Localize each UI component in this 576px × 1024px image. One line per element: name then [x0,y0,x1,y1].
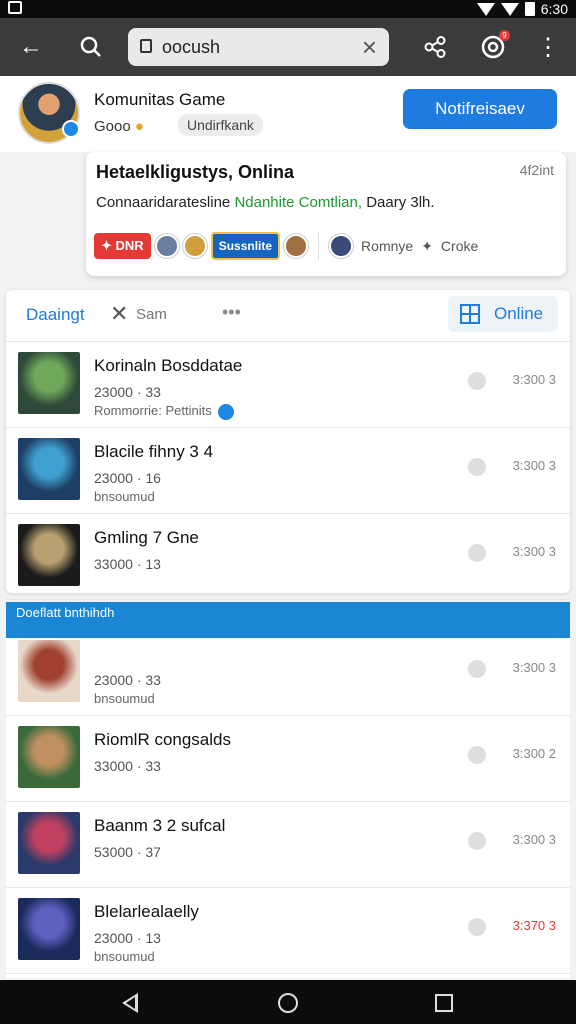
like-count: 3:300 3 [512,832,556,847]
signal-icon [500,2,519,16]
search-field[interactable]: oocush × [128,28,389,66]
red-chip[interactable]: ✦ DNR [94,233,151,259]
community-subtitle: Gooo ● [94,118,144,135]
wifi-icon [476,2,495,16]
user-avatar[interactable] [329,234,354,258]
toolbar: ← oocush × 9 ⋮ [0,18,576,76]
game-stats: 33000 · 33 [94,758,161,774]
like-icon[interactable] [468,544,486,562]
tab-sam[interactable]: Sam [136,306,167,323]
more-horizontal-icon[interactable]: ••• [222,302,241,323]
close-icon[interactable]: ✕ [110,301,128,327]
games-list-2: 23000 · 33 bnsoumud 3:300 3 RiomlR congsald… [6,638,570,1024]
clear-icon[interactable]: × [362,32,377,63]
gallery-notification-icon [8,1,22,14]
user-name[interactable]: Croke [441,238,478,254]
games-panel: Daaingt ✕ Sam ••• Online Korinaln Bosdda… [6,290,570,600]
back-arrow-icon[interactable]: ← [16,32,46,62]
nav-home-icon[interactable] [278,993,298,1013]
game-name: Gmling 7 Gne [94,528,199,547]
verified-icon [62,120,80,138]
community-avatar[interactable] [18,82,80,144]
tab-online[interactable]: Online [448,296,558,332]
game-row[interactable]: Baanm 3 2 sufcal 53000 · 37 3:300 3 [6,802,570,888]
lock-icon [140,39,152,53]
sparkle-icon: ✦ [421,237,433,254]
community-tag[interactable]: Undirfkank [178,114,263,136]
game-stats: 23000 · 16 [94,470,161,486]
target-notification-icon[interactable]: 9 [478,30,510,62]
game-stats: 23000 · 33 [94,672,161,688]
like-count: 3:300 3 [512,372,556,387]
game-thumbnail [18,640,80,702]
game-row[interactable]: Blacile fihny 3 4 23000 · 16 bnsoumud 3:300… [6,428,570,514]
game-name: Baanm 3 2 sufcal [94,816,226,835]
game-thumbnail [18,524,80,586]
notification-badge: 9 [499,30,510,41]
game-thumbnail [18,812,80,874]
emoji-icon: ● [134,118,144,135]
search-icon[interactable] [76,32,106,62]
search-input[interactable]: oocush [162,37,220,58]
like-icon[interactable] [468,746,486,764]
game-row[interactable]: Blelarlealaelly 23000 · 13 bnsoumud 3:370 3 [6,888,570,974]
game-row[interactable]: Gmling 7 Gne 33000 · 13 3:300 3 [6,514,570,600]
post-chips: ✦ DNR Sussnlite Romnye ✦ Croke [94,232,478,260]
nav-recents-icon[interactable] [435,994,453,1012]
game-stats: 33000 · 13 [94,556,161,572]
post-title: Hetaelkligustys, Onlina [96,162,295,182]
tab-bar: Daaingt ✕ Sam ••• Online [6,290,570,342]
like-count: 3:300 2 [512,746,556,761]
post-description: Connaaridaratesline Ndanhite Comtlian, D… [96,194,435,211]
game-row[interactable]: RiomlR congsalds 33000 · 33 3:300 2 [6,716,570,802]
user-name[interactable]: Romnye [361,238,413,254]
share-icon[interactable] [420,32,450,62]
game-name: Korinaln Bosddatae [94,356,243,375]
verified-icon [217,403,234,420]
game-meta: bnsoumud [94,489,155,504]
more-vertical-icon[interactable]: ⋮ [533,32,563,62]
like-icon[interactable] [468,832,486,850]
post-highlight[interactable]: Ndanhite Comtlian, [234,194,362,211]
like-count: 3:370 3 [512,918,556,933]
game-stats: 23000 · 33 [94,384,161,400]
game-thumbnail [18,726,80,788]
game-stats: 23000 · 13 [94,930,161,946]
status-bar: 6:30 [0,0,576,18]
game-row[interactable]: 23000 · 33 bnsoumud 3:300 3 [6,630,570,716]
game-name: Blacile fihny 3 4 [94,442,214,461]
battery-icon [524,2,535,16]
game-meta: Rommorrie: Pettinits [94,403,234,420]
user-avatar[interactable] [154,234,179,258]
tab-dating[interactable]: Daaingt [26,305,85,325]
post-card[interactable]: Hetaelkligustys, Onlina 4f2int Connaarid… [86,152,566,276]
user-avatar[interactable] [182,234,207,258]
like-count: 3:300 3 [512,660,556,675]
nav-back-icon[interactable] [122,993,138,1013]
game-thumbnail [18,352,80,414]
game-meta: bnsoumud [94,691,155,706]
blue-chip[interactable]: Sussnlite [210,232,281,260]
system-nav-bar [0,980,576,1024]
game-meta: bnsoumud [94,949,155,964]
clock: 6:30 [540,1,568,17]
like-count: 3:300 3 [512,458,556,473]
like-icon[interactable] [468,918,486,936]
divider [318,232,320,260]
community-name: Komunitas Game [94,90,226,109]
game-stats: 53000 · 37 [94,844,161,860]
game-thumbnail [18,898,80,960]
like-icon[interactable] [468,660,486,678]
game-name: RiomlR congsalds [94,730,231,749]
notify-button[interactable]: Notifreisaev [403,89,557,129]
like-count: 3:300 3 [512,544,556,559]
like-icon[interactable] [468,372,486,390]
user-avatar[interactable] [284,234,309,258]
game-name: Blelarlealaelly [94,902,199,921]
game-row[interactable]: Korinaln Bosddatae 23000 · 33 Rommorrie: P… [6,342,570,428]
game-thumbnail [18,438,80,500]
grid-icon [460,304,480,324]
post-time: 4f2int [519,162,554,178]
like-icon[interactable] [468,458,486,476]
